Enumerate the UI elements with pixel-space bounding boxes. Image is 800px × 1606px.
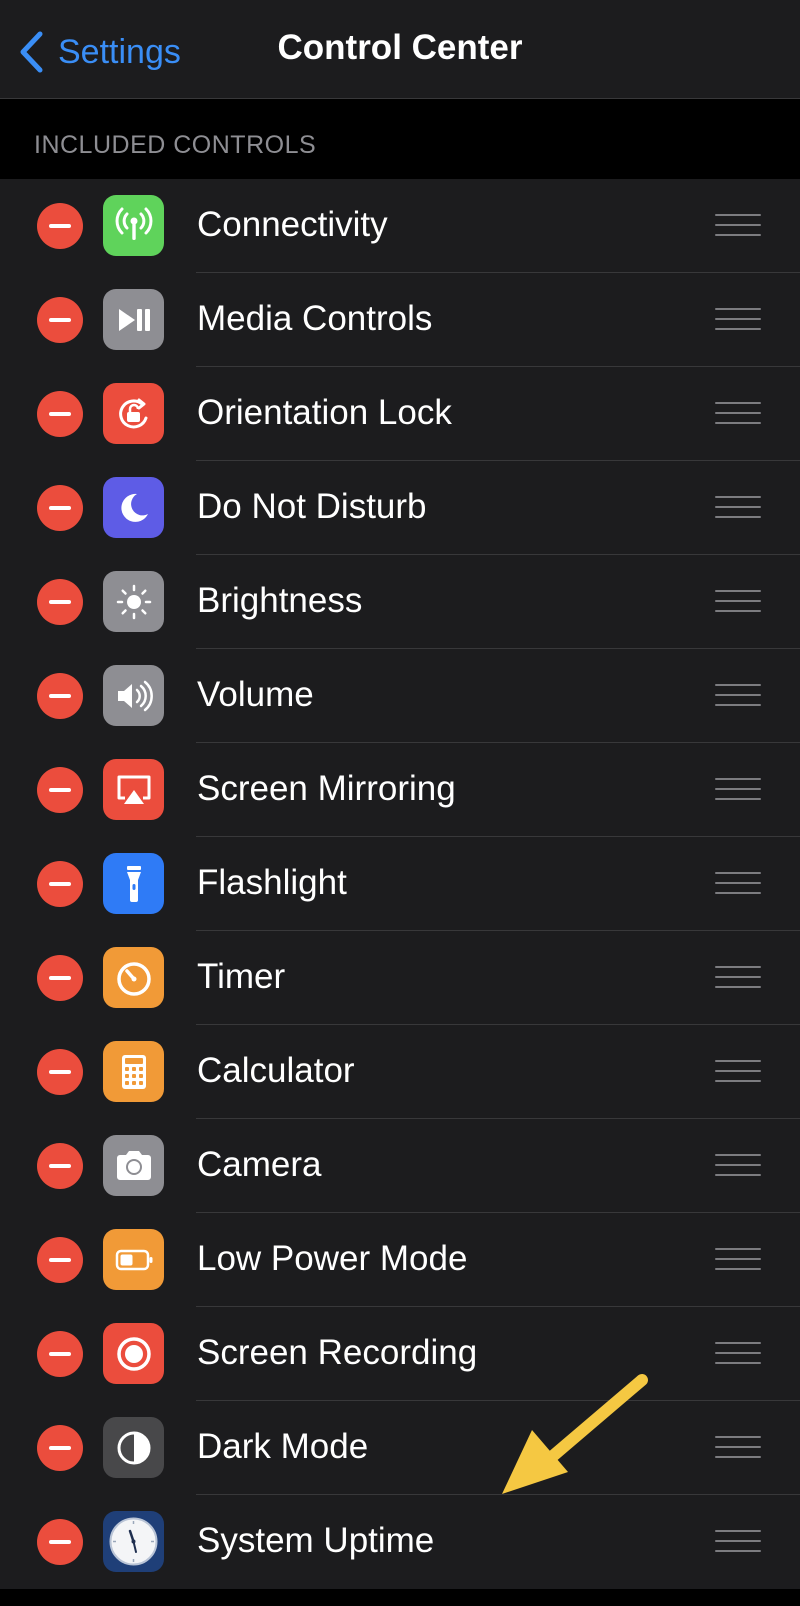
control-label: Do Not Disturb <box>197 487 427 526</box>
clock-icon <box>103 1511 164 1572</box>
remove-button[interactable] <box>37 1425 83 1471</box>
reorder-handle[interactable] <box>715 1152 761 1178</box>
control-label: Brightness <box>197 581 363 620</box>
airplay-icon <box>103 759 164 820</box>
control-label: Calculator <box>197 1051 355 1090</box>
reorder-handle[interactable] <box>715 588 761 614</box>
list-item[interactable]: Do Not Disturb <box>0 461 800 555</box>
reorder-handle[interactable] <box>715 400 761 426</box>
flashlight-icon <box>103 853 164 914</box>
reorder-handle[interactable] <box>715 1058 761 1084</box>
control-label: System Uptime <box>197 1521 435 1560</box>
list-item[interactable]: Dark Mode <box>0 1401 800 1495</box>
remove-button[interactable] <box>37 485 83 531</box>
control-label: Media Controls <box>197 299 433 338</box>
list-item[interactable]: Media Controls <box>0 273 800 367</box>
list-item[interactable]: Calculator <box>0 1025 800 1119</box>
list-item[interactable]: Orientation Lock <box>0 367 800 461</box>
calculator-icon <box>103 1041 164 1102</box>
remove-button[interactable] <box>37 1331 83 1377</box>
list-item[interactable]: Camera <box>0 1119 800 1213</box>
record-icon <box>103 1323 164 1384</box>
annotation-arrow-icon <box>502 1374 648 1494</box>
control-label: Orientation Lock <box>197 393 452 432</box>
play-pause-icon <box>103 289 164 350</box>
section-label: INCLUDED CONTROLS <box>34 131 317 159</box>
list-item[interactable]: Timer <box>0 931 800 1025</box>
list-item[interactable]: Low Power Mode <box>0 1213 800 1307</box>
list-item[interactable]: Volume <box>0 649 800 743</box>
remove-button[interactable] <box>37 1237 83 1283</box>
control-label: Screen Recording <box>197 1333 478 1372</box>
section-header: INCLUDED CONTROLS <box>0 99 800 179</box>
timer-icon <box>103 947 164 1008</box>
orientation-lock-icon <box>103 383 164 444</box>
dark-mode-icon <box>103 1417 164 1478</box>
remove-button[interactable] <box>37 579 83 625</box>
list-item[interactable]: Brightness <box>0 555 800 649</box>
reorder-handle[interactable] <box>715 306 761 332</box>
reorder-handle[interactable] <box>715 1528 761 1554</box>
antenna-icon <box>103 195 164 256</box>
navigation-bar: Settings Control Center <box>0 0 800 99</box>
remove-button[interactable] <box>37 1143 83 1189</box>
list-item[interactable]: Screen Recording <box>0 1307 800 1401</box>
sun-icon <box>103 571 164 632</box>
list-item[interactable]: System Uptime <box>0 1495 800 1589</box>
control-label: Connectivity <box>197 205 388 244</box>
camera-icon <box>103 1135 164 1196</box>
reorder-handle[interactable] <box>715 776 761 802</box>
reorder-handle[interactable] <box>715 494 761 520</box>
control-label: Low Power Mode <box>197 1239 468 1278</box>
list-item[interactable]: Screen Mirroring <box>0 743 800 837</box>
included-controls-list: Connectivity Media Controls Orientation … <box>0 179 800 1589</box>
bottom-spacer <box>0 1589 800 1606</box>
page-title: Control Center <box>277 28 523 67</box>
battery-icon <box>103 1229 164 1290</box>
reorder-handle[interactable] <box>715 964 761 990</box>
speaker-icon <box>103 665 164 726</box>
moon-icon <box>103 477 164 538</box>
control-label: Dark Mode <box>197 1427 369 1466</box>
reorder-handle[interactable] <box>715 870 761 896</box>
remove-button[interactable] <box>37 391 83 437</box>
remove-button[interactable] <box>37 297 83 343</box>
list-item[interactable]: Flashlight <box>0 837 800 931</box>
remove-button[interactable] <box>37 673 83 719</box>
reorder-handle[interactable] <box>715 1434 761 1460</box>
list-item[interactable]: Connectivity <box>0 179 800 273</box>
remove-button[interactable] <box>37 1519 83 1565</box>
remove-button[interactable] <box>37 955 83 1001</box>
reorder-handle[interactable] <box>715 1246 761 1272</box>
remove-button[interactable] <box>37 1049 83 1095</box>
control-label: Volume <box>197 675 314 714</box>
control-label: Flashlight <box>197 863 347 902</box>
remove-button[interactable] <box>37 767 83 813</box>
control-label: Timer <box>197 957 286 996</box>
reorder-handle[interactable] <box>715 212 761 238</box>
control-label: Screen Mirroring <box>197 769 456 808</box>
remove-button[interactable] <box>37 203 83 249</box>
remove-button[interactable] <box>37 861 83 907</box>
control-label: Camera <box>197 1145 322 1184</box>
reorder-handle[interactable] <box>715 1340 761 1366</box>
reorder-handle[interactable] <box>715 682 761 708</box>
